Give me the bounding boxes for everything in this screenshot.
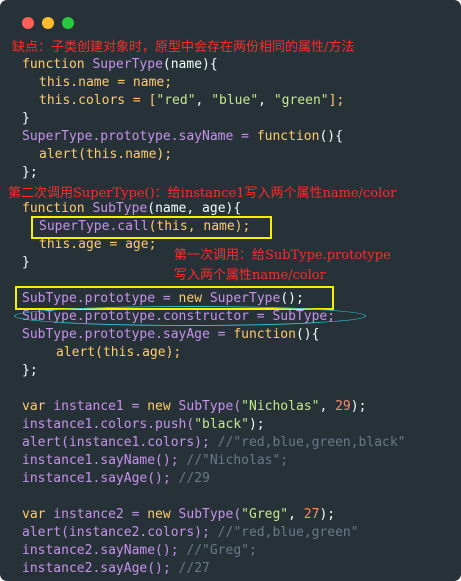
comment: //"Greg"; — [186, 543, 257, 558]
first-call-annotation-line1: 第一次调用：给SubType.prototype — [174, 248, 391, 263]
string: "black" — [194, 417, 249, 432]
super-call-highlight-box — [31, 216, 272, 239]
code-line: var instance2 = new SubType("Greg", 27); — [22, 506, 335, 524]
keyword-function: function — [22, 201, 85, 216]
string: "red" — [156, 93, 196, 108]
code-line: instance1.colors.push("black"); — [22, 416, 265, 434]
call-end: ); — [350, 399, 367, 414]
method-call: alert(instance1.colors); — [22, 435, 218, 450]
separator: , — [319, 399, 336, 414]
code-line: alert(this.name); — [39, 146, 172, 164]
comment: //"red,blue,green,black" — [217, 435, 406, 450]
statement: alert(this.age); — [56, 345, 182, 360]
statement: this.name = name; — [39, 75, 173, 90]
code-line: }; — [22, 164, 38, 182]
statement-end: ]; — [328, 93, 345, 108]
params: (name){ — [162, 57, 218, 72]
var-name: instance1 = — [45, 399, 148, 414]
statement-start: this.colors = [ — [39, 93, 157, 108]
brace: } — [22, 111, 30, 126]
code-line: alert(this.age); — [56, 344, 181, 362]
string: "Nicholas" — [241, 399, 320, 414]
separator: , — [288, 507, 304, 522]
method-call: instance2.sayName(); — [22, 543, 187, 558]
call-end: ); — [248, 417, 265, 432]
code-line: }; — [22, 362, 38, 380]
brace: }; — [22, 363, 38, 378]
code-line: this.name = name; — [39, 74, 172, 92]
params: (name, age){ — [147, 201, 242, 216]
comment: //"red,blue,green" — [217, 525, 359, 540]
method-call: instance1.colors.push( — [22, 417, 195, 432]
keyword-new: new — [147, 507, 171, 522]
keyword-var: var — [22, 399, 46, 414]
code-line: function SuperType(name){ — [22, 56, 218, 74]
code-line: SuperType.prototype.sayName = function()… — [22, 128, 343, 146]
string: "green" — [273, 93, 329, 108]
code-line: instance1.sayName(); //"Nicholas"; — [22, 452, 288, 470]
comment: //29 — [178, 471, 210, 486]
method-call: instance2.sayAge(); — [22, 561, 179, 576]
code-line: } — [22, 110, 30, 128]
keyword-function: function — [256, 129, 320, 144]
keyword-function: function — [22, 57, 85, 72]
comment: //"Nicholas"; — [186, 453, 289, 468]
params: (){ — [319, 129, 343, 144]
brace: } — [22, 255, 30, 270]
comment: //27 — [178, 561, 210, 576]
code-line: } — [22, 254, 30, 272]
code-line: var instance1 = new SubType("Nicholas", … — [22, 398, 366, 416]
class-name: SubType( — [170, 399, 242, 414]
method-call: alert(instance2.colors); — [22, 525, 218, 540]
class-name: SubType( — [170, 507, 242, 522]
number: 29 — [335, 399, 351, 414]
brace: }; — [22, 165, 38, 180]
drawback-annotation: 缺点：子类创建对象时，原型中会存在两份相同的属性/方法 — [12, 40, 355, 55]
call-end: ); — [319, 507, 336, 522]
statement: this.age = age; — [39, 237, 157, 252]
code-line: instance1.sayAge(); //29 — [22, 470, 210, 488]
code-line: alert(instance1.colors); //"red,blue,gre… — [22, 434, 406, 452]
number: 27 — [303, 507, 320, 522]
first-call-annotation-line2: 写入两个属性name/color — [174, 268, 326, 283]
code-line: alert(instance2.colors); //"red,blue,gre… — [22, 524, 359, 542]
code-line: instance2.sayAge(); //27 — [22, 560, 210, 578]
constructor-highlight-ellipse — [14, 306, 366, 326]
keyword-new: new — [147, 399, 171, 414]
code-line: this.colors = ["red", "blue", "green"]; — [39, 93, 345, 108]
code-line: SubType.prototype.sayAge = function(){ — [22, 326, 319, 344]
string: "blue" — [211, 93, 259, 108]
keyword-var: var — [22, 507, 46, 522]
code-window: function SuperType(name){ this.name = na… — [0, 0, 461, 581]
second-call-annotation: 第二次调用SuperType()：给instance1写入两个属性name/co… — [8, 186, 397, 201]
string: "Greg" — [241, 507, 289, 522]
function-name: SubType — [92, 201, 148, 216]
var-name: instance2 = — [45, 507, 148, 522]
method-call: instance1.sayAge(); — [22, 471, 179, 486]
method-call: instance1.sayName(); — [22, 453, 187, 468]
keyword-function: function — [233, 327, 296, 342]
prototype-assign: SuperType.prototype.sayName = — [22, 129, 257, 144]
code-line: instance2.sayName(); //"Greg"; — [22, 542, 257, 560]
prototype-assign: SubType.prototype.sayAge = — [22, 327, 234, 342]
params: (){ — [295, 327, 320, 342]
function-name: SuperType — [92, 57, 163, 72]
statement: alert(this.name); — [39, 147, 173, 162]
